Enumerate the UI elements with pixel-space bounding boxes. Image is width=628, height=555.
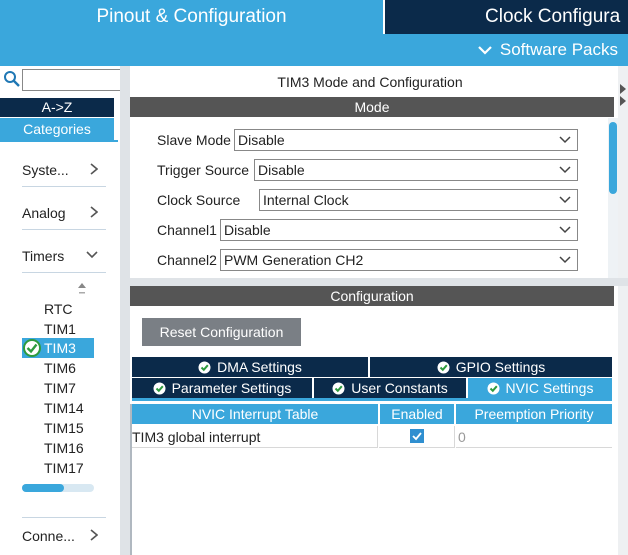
category-label: Timers: [22, 248, 65, 264]
mode-panel-title: TIM3 Mode and Configuration: [277, 74, 463, 90]
tab-label: NVIC Settings: [505, 380, 594, 396]
sidebar-scrollbar-thumb[interactable]: [22, 484, 64, 492]
timer-item-rtc[interactable]: RTC: [44, 299, 104, 319]
chevron-down-icon: [559, 190, 571, 210]
interrupt-name-cell: TIM3 global interrupt: [132, 426, 378, 448]
slave-mode-select[interactable]: Disable: [234, 129, 578, 151]
category-label: Syste...: [22, 162, 69, 178]
category-analog[interactable]: Analog: [22, 202, 104, 224]
chevron-right-icon: [90, 159, 99, 181]
tab-dma-settings[interactable]: DMA Settings: [132, 357, 368, 377]
chevron-down-icon: [559, 130, 571, 150]
reset-configuration-button[interactable]: Reset Configuration: [142, 318, 301, 346]
channel1-select[interactable]: Disable: [220, 219, 578, 241]
check-circle-icon: [332, 380, 345, 395]
chevron-down-icon: [559, 220, 571, 240]
check-circle-icon: [153, 380, 166, 395]
tab-gpio-settings[interactable]: GPIO Settings: [370, 357, 612, 377]
channel1-label: Channel1: [157, 222, 217, 238]
slave-mode-label: Slave Mode: [157, 132, 231, 148]
category-timers[interactable]: Timers: [22, 245, 104, 267]
timer-item-tim3[interactable]: TIM3: [44, 338, 104, 358]
sort-az-button[interactable]: A->Z: [0, 98, 114, 117]
chevron-down-icon: [559, 250, 571, 270]
horizontal-splitter[interactable]: [130, 278, 628, 286]
select-value: PWM Generation CH2: [224, 252, 364, 268]
chevron-right-icon: [90, 525, 99, 547]
collapse-arrow-icon[interactable]: [619, 82, 627, 108]
timer-item-tim1[interactable]: TIM1: [44, 319, 104, 339]
vertical-splitter[interactable]: [120, 66, 130, 555]
right-edge-panel: [618, 66, 628, 555]
channel2-label: Channel2: [157, 252, 217, 268]
check-circle-icon: [23, 339, 41, 357]
trigger-source-select[interactable]: Disable: [254, 159, 578, 181]
category-system-core[interactable]: Syste...: [22, 159, 104, 181]
timer-item-tim16[interactable]: TIM16: [44, 438, 104, 458]
chevron-down-icon: [478, 35, 492, 67]
column-header-preemption-priority[interactable]: Preemption Priority: [456, 404, 612, 424]
column-header-enabled[interactable]: Enabled: [380, 404, 454, 424]
category-connectivity[interactable]: Conne...: [22, 525, 104, 547]
separator: [22, 272, 106, 273]
check-circle-icon: [198, 359, 211, 374]
tab-nvic-settings[interactable]: NVIC Settings: [468, 378, 612, 398]
tab-clock-configuration[interactable]: Clock Configura: [385, 0, 628, 34]
categories-underline: [0, 140, 118, 142]
column-header-interrupt-table[interactable]: NVIC Interrupt Table: [132, 404, 378, 424]
check-circle-icon: [437, 359, 450, 374]
categories-button[interactable]: Categories: [0, 118, 114, 140]
select-value: Disable: [258, 162, 305, 178]
sort-icon[interactable]: [77, 282, 87, 296]
timer-item-tim17[interactable]: TIM17: [44, 458, 104, 478]
chevron-down-icon: [559, 160, 571, 180]
tabs-underline: [132, 398, 612, 401]
check-circle-icon: [487, 380, 500, 395]
category-label: Analog: [22, 205, 66, 221]
separator: [22, 186, 106, 187]
clock-source-label: Clock Source: [157, 192, 241, 208]
configuration-header: Configuration: [130, 286, 614, 306]
timer-item-tim6[interactable]: TIM6: [44, 358, 104, 378]
clock-source-select[interactable]: Internal Clock: [259, 189, 578, 211]
mode-header: Mode: [130, 97, 614, 117]
mode-scrollbar-thumb[interactable]: [609, 122, 617, 194]
tab-label: User Constants: [351, 380, 448, 396]
software-packs-label: Software Packs: [499, 40, 618, 59]
select-value: Disable: [224, 222, 271, 238]
search-input[interactable]: [22, 69, 122, 91]
timer-item-tim14[interactable]: TIM14: [44, 398, 104, 418]
tab-label: GPIO Settings: [455, 359, 546, 375]
tab-user-constants[interactable]: User Constants: [314, 378, 466, 398]
separator: [22, 229, 106, 230]
category-label: Conne...: [22, 528, 75, 544]
search-icon: [2, 68, 22, 90]
select-value: Internal Clock: [263, 192, 349, 208]
chevron-right-icon: [90, 202, 99, 224]
timer-item-tim7[interactable]: TIM7: [44, 378, 104, 398]
timer-item-tim15[interactable]: TIM15: [44, 418, 104, 438]
tab-parameter-settings[interactable]: Parameter Settings: [132, 378, 312, 398]
trigger-source-label: Trigger Source: [157, 162, 250, 178]
chevron-down-icon: [86, 245, 98, 267]
separator: [22, 517, 106, 518]
enabled-checkbox[interactable]: [410, 429, 424, 443]
preemption-priority-cell[interactable]: 0: [456, 426, 612, 448]
tab-label: Parameter Settings: [171, 380, 292, 396]
channel2-select[interactable]: PWM Generation CH2: [220, 249, 578, 271]
tab-label: DMA Settings: [217, 359, 302, 375]
software-packs-menu[interactable]: Software Packs: [478, 34, 618, 66]
select-value: Disable: [238, 132, 285, 148]
tab-pinout-configuration[interactable]: Pinout & Configuration: [0, 0, 383, 34]
